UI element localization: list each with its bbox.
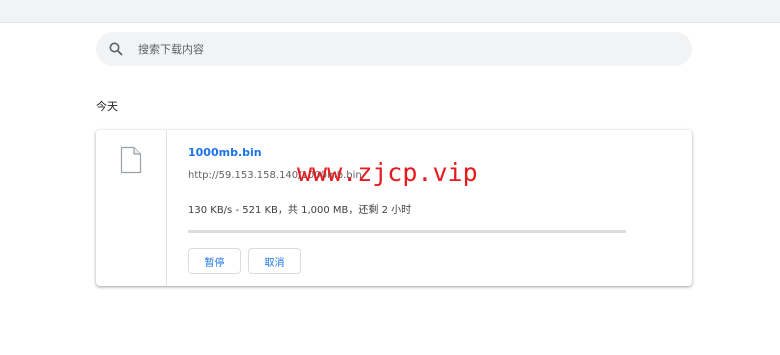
file-icon: [120, 146, 142, 178]
pause-button[interactable]: 暂停: [188, 248, 241, 274]
search-bar[interactable]: [96, 32, 692, 66]
progress-bar-fill: [188, 230, 417, 233]
download-icon-column: [96, 130, 167, 286]
section-date-label: 今天: [96, 100, 118, 113]
download-item: 1000mb.bin http://59.153.158.140/1000mb.…: [96, 130, 692, 286]
cancel-button[interactable]: 取消: [248, 248, 301, 274]
download-status: 130 KB/s - 521 KB，共 1,000 MB，还剩 2 小时: [188, 205, 412, 216]
top-bar: [0, 0, 780, 23]
file-name-link[interactable]: 1000mb.bin: [188, 146, 262, 159]
search-input[interactable]: [136, 41, 680, 57]
search-icon: [108, 41, 124, 57]
watermark-text: www.zjcp.vip: [297, 158, 478, 187]
progress-bar: [188, 230, 626, 233]
